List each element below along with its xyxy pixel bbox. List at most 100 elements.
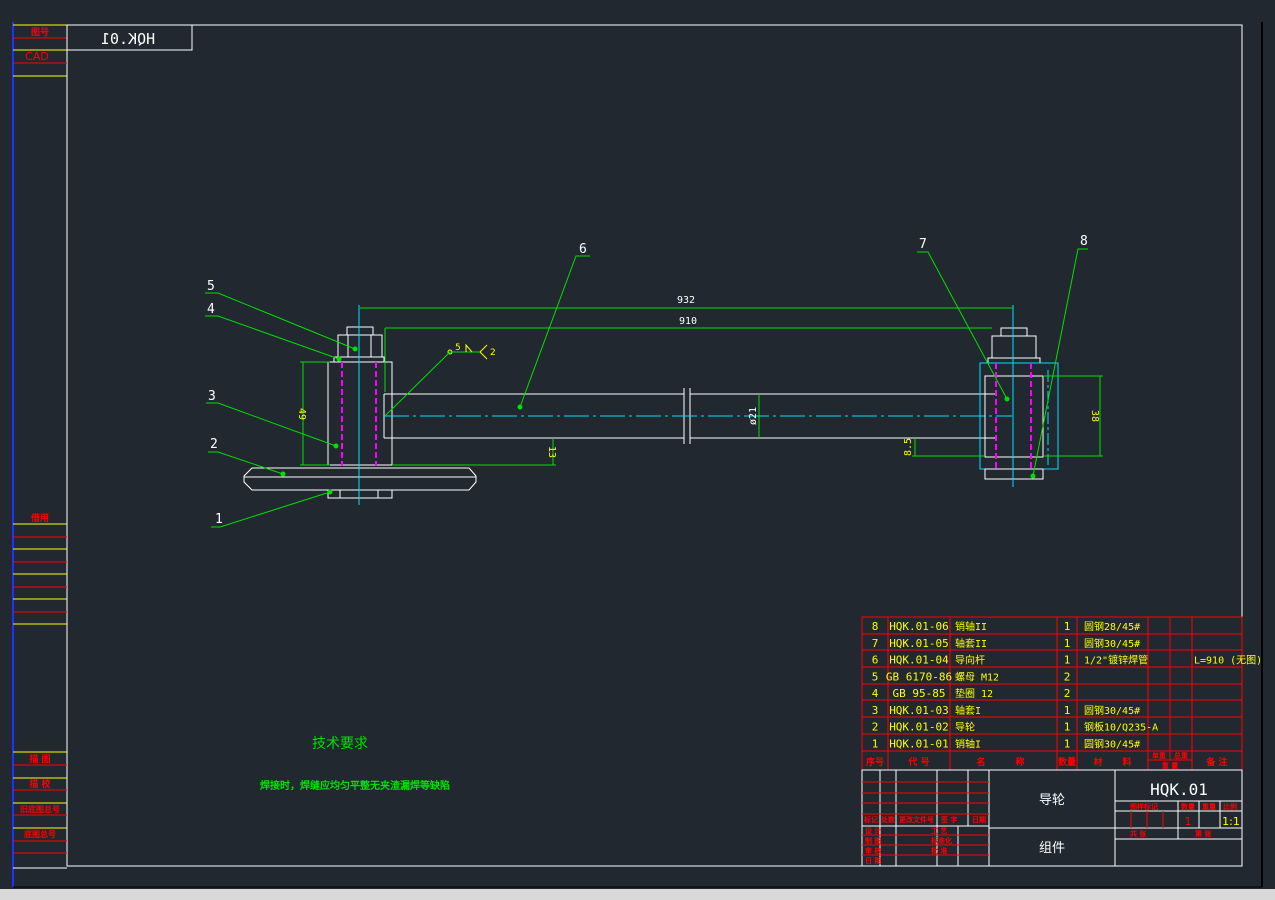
bom-cell-qty: 1: [1064, 737, 1071, 750]
dim-block-height: 49: [296, 408, 307, 420]
bom-header-no: 序号: [866, 756, 884, 768]
bom-cell-no: 2: [872, 721, 879, 734]
rev-header-mark: 标记: [863, 815, 878, 824]
balloon-4: 4: [207, 302, 215, 317]
part-type: 组件: [1039, 841, 1065, 856]
right-assembly[interactable]: [979, 305, 1059, 487]
sign-process: 工 艺: [931, 826, 947, 835]
scale-label: 比例: [1223, 802, 1237, 811]
bom-row: 5 GB 6170-86 螺母 M12 2: [872, 670, 1071, 683]
sheet-page-label: 第 张: [1195, 829, 1212, 838]
left-assembly[interactable]: [243, 305, 477, 505]
bom-row: 3 HQK.01-03 轴套I 1 圆钢30/45#: [872, 704, 1140, 717]
weight-label: 重量: [1202, 802, 1216, 811]
sign-draw: 制 图: [865, 836, 881, 845]
dimension-lines: [300, 307, 1103, 466]
bom-header-unit-weight: 单重: [1152, 751, 1166, 760]
sign-date: 日 期: [865, 856, 881, 865]
bom-cell-no: 6: [872, 654, 879, 667]
dim-diameter: ø21: [748, 407, 759, 425]
balloon-2: 2: [210, 437, 218, 452]
tech-requirements-title: 技术要求: [312, 736, 368, 752]
strip-label-old-base-no: 旧底图总号: [20, 804, 60, 814]
bom-cell-qty: 1: [1064, 721, 1071, 734]
weld-leg: 5: [455, 343, 461, 353]
cad-drawing-canvas[interactable]: 图号 CAD 借用 描 图 描 校 旧底图总号 底图总号 HQK.01 932 …: [0, 0, 1275, 900]
bom-cell-material: 钢板10/Q235-A: [1084, 721, 1158, 734]
bom-header-weight: 重 量: [1162, 761, 1178, 770]
mirrored-drawing-number: HQK.01: [101, 30, 155, 48]
dim-pipe-length: 910: [679, 316, 697, 327]
dim-right-offset: 8.5: [903, 438, 914, 456]
bom-cell-qty: 1: [1064, 654, 1071, 667]
bom-cell-name: 轴套II: [955, 637, 987, 650]
bom-cell-qty: 1: [1064, 637, 1071, 650]
strip-label-drawing-no: 图号: [31, 27, 49, 38]
bom-cell-name: 导轮: [955, 721, 975, 734]
bom-header-material-1: 材: [1092, 756, 1102, 768]
stage-label: 图样标记: [1130, 802, 1158, 811]
strip-label-trace-check: 描 校: [29, 778, 51, 790]
bom-cell-name: 销轴II: [955, 620, 987, 633]
sign-standardize: 标准化: [930, 836, 952, 845]
bom-cell-code: HQK.01-06: [889, 620, 949, 633]
bom-cell-qty: 2: [1064, 687, 1071, 700]
balloon-8: 8: [1080, 234, 1088, 249]
dim-offset: 13: [546, 446, 557, 458]
rev-header-date: 日期: [972, 815, 986, 824]
bom-header-name-1: 名: [976, 756, 985, 768]
rev-header-sign: 签 字: [940, 815, 957, 824]
bom-header-name-2: 称: [1015, 756, 1024, 768]
bom-cell-no: 5: [872, 670, 879, 683]
bom-row: 4 GB 95-85 垫圈 12 2: [872, 687, 1071, 700]
bom-cell-no: 7: [872, 637, 879, 650]
bom-cell-code: HQK.01-03: [889, 704, 949, 717]
balloon-7: 7: [919, 237, 927, 252]
strip-label-borrow: 借用: [30, 512, 49, 524]
status-bar: [0, 889, 1275, 900]
bom-row: 7 HQK.01-05 轴套II 1 圆钢30/45#: [872, 637, 1140, 650]
bom-cell-code: HQK.01-04: [889, 654, 949, 667]
bom-cell-name: 导向杆: [955, 654, 985, 667]
bom-cell-material: 圆钢30/45#: [1084, 737, 1140, 750]
bom-cell-qty: 1: [1064, 704, 1071, 717]
strip-label-trace: 描 图: [29, 753, 50, 765]
rev-header-count: 处数: [880, 815, 896, 824]
strip-label-cad: CAD: [25, 50, 49, 63]
bom-header-code: 代 号: [907, 756, 929, 768]
bom-row: 2 HQK.01-02 导轮 1 钢板10/Q235-A: [872, 721, 1159, 734]
scale-value: 1:1: [1222, 815, 1240, 828]
quantity-value: 1: [1185, 815, 1192, 828]
bom-cell-code: HQK.01-02: [889, 721, 949, 734]
weld-symbol: [384, 343, 488, 417]
sign-design: 设 计: [865, 826, 881, 835]
bom-row: 6 HQK.01-04 导向杆 1 1/2"镀锌焊管 L=910 (无图): [872, 654, 1262, 667]
tech-requirements-text: 焊接时，焊缝应均匀平整无夹渣漏焊等缺陷: [260, 779, 450, 792]
bom-cell-code: HQK.01-05: [889, 637, 949, 650]
sheet-total-label: 共 张: [1130, 829, 1147, 838]
bom-row: 1 HQK.01-01 销轴I 1 圆钢30/45#: [872, 737, 1140, 750]
bom-cell-no: 8: [872, 620, 879, 633]
bom-cell-material: 圆钢30/45#: [1084, 637, 1140, 650]
bom-cell-name: 螺母 M12: [955, 671, 999, 683]
leader-lines: [205, 248, 1088, 528]
rev-header-change-doc: 更改文件号: [899, 815, 934, 824]
bom-header-total-weight: 总重: [1174, 751, 1188, 760]
bom-row: 8 HQK.01-06 销轴II 1 圆钢28/45#: [872, 620, 1140, 633]
bom-cell-code: HQK.01-01: [889, 737, 949, 750]
bom-cell-name: 轴套I: [955, 704, 981, 717]
dim-overall-length: 932: [677, 295, 695, 306]
bom-cell-material: 圆钢28/45#: [1084, 620, 1140, 633]
strip-label-base-no: 底图总号: [23, 829, 56, 839]
bom-cell-no: 3: [872, 704, 879, 717]
part-name: 导轮: [1039, 793, 1065, 808]
bom-cell-remark: L=910 (无图): [1194, 655, 1262, 667]
bom-cell-code: GB 6170-86: [886, 670, 952, 683]
bom-header-material-2: 料: [1122, 756, 1131, 768]
guide-rod-pipe[interactable]: [383, 388, 1012, 444]
bom-header-qty: 数量: [1058, 756, 1076, 768]
bom-header-remark: 备 注: [1205, 756, 1227, 768]
dim-right-height: 38: [1089, 410, 1100, 422]
bom-cell-name: 垫圈 12: [955, 687, 993, 700]
weld-count: 2: [490, 348, 496, 358]
